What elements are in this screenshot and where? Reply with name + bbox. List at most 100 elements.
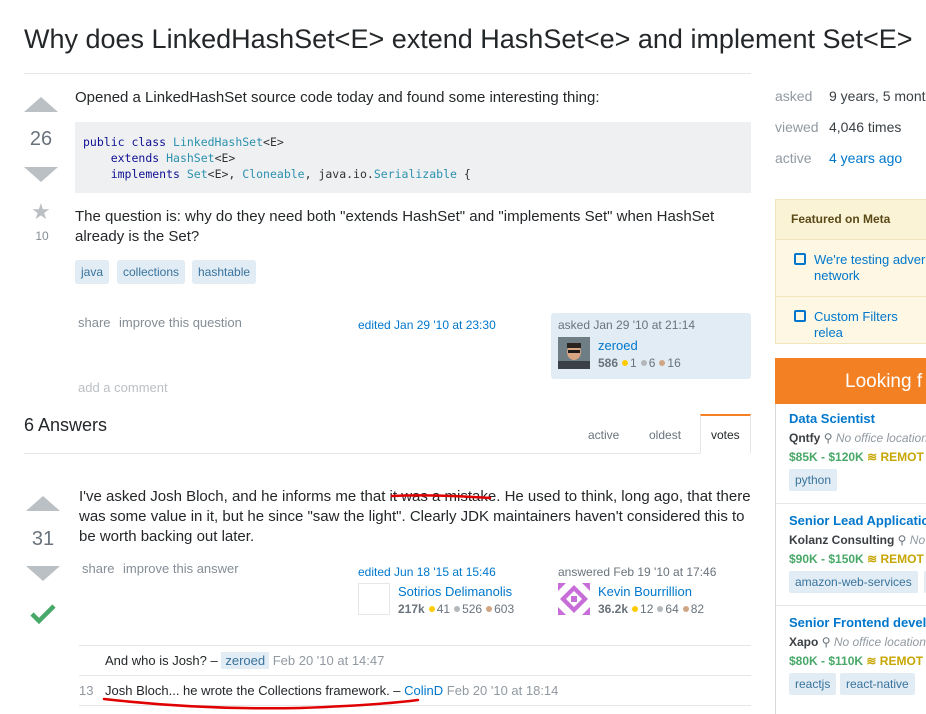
question-text-line: The question is: why do they need both "… <box>75 208 715 225</box>
question-title[interactable]: Why does LinkedHashSet<E> extend HashSet… <box>24 24 913 55</box>
salary-range: $80K - $110K <box>789 654 864 668</box>
company-name: Kolanz Consulting <box>789 533 895 547</box>
answer-text-line: be worth backing out later. <box>79 528 255 545</box>
job-tag[interactable]: react-native <box>840 673 915 695</box>
comment-text: Josh Bloch... he wrote the Collections f… <box>105 683 405 698</box>
tag-java[interactable]: java <box>75 260 110 284</box>
comment-item: Josh Bloch... he wrote the Collections f… <box>105 683 558 698</box>
comment-divider <box>79 675 751 676</box>
featured-link-ads[interactable]: We're testing adver network <box>814 252 926 284</box>
question-upvote-button[interactable] <box>24 97 58 112</box>
tag-collections[interactable]: collections <box>117 260 186 284</box>
viewed-value: 4,046 times <box>829 119 902 135</box>
author-name[interactable]: Kevin Bourrillion <box>598 584 692 599</box>
code-type: Cloneable <box>242 167 305 181</box>
featured-link-line: We're testing adver <box>814 252 926 267</box>
code-text: { <box>456 167 471 181</box>
remote-label: REMOT <box>877 552 924 566</box>
person-photo-icon <box>558 337 590 369</box>
comment-user-link[interactable]: zeroed <box>221 652 270 669</box>
job-location: No <box>906 533 926 547</box>
code-text: <E>, <box>207 167 243 181</box>
answer-downvote-button[interactable] <box>26 566 60 581</box>
job-location: No office location <box>832 431 926 445</box>
wifi-icon: ≋ <box>866 654 877 668</box>
featured-divider <box>776 296 926 297</box>
tab-votes[interactable]: votes <box>711 428 740 442</box>
comment-score: 13 <box>79 683 94 698</box>
comment-date: Feb 20 '10 at 18:14 <box>443 683 559 698</box>
author-rep: 36.2k 12 64 82 <box>598 602 704 616</box>
gold-badge-icon <box>428 606 435 613</box>
question-owner-name[interactable]: zeroed <box>598 338 638 353</box>
editor-avatar[interactable] <box>358 583 390 615</box>
accepted-checkmark-icon <box>30 604 56 625</box>
job-title-link[interactable]: Senior Lead Applicatio <box>789 513 926 528</box>
code-keyword: public class <box>83 135 174 149</box>
reputation-score: 217k <box>398 602 425 616</box>
answer-text-line: was some value in it, but he since "saw … <box>79 508 745 525</box>
company-name: Xapo <box>789 635 819 649</box>
silver-badge-count: 64 <box>665 602 679 616</box>
answer-upvote-button[interactable] <box>26 496 60 511</box>
job-salary: $80K - $110K ≋ REMOT <box>789 654 923 668</box>
favorite-star-icon[interactable]: ★ <box>31 199 51 225</box>
code-text: <E> <box>263 135 284 149</box>
wifi-icon: ≋ <box>867 552 878 566</box>
share-answer-link[interactable]: share <box>82 561 115 576</box>
job-salary: $90K - $150K ≋ REMOT <box>789 552 924 566</box>
asked-date: asked Jan 29 '10 at 21:14 <box>558 318 696 332</box>
viewed-label: viewed <box>775 119 819 135</box>
improve-question-link[interactable]: improve this question <box>119 315 242 330</box>
answer-text-segment: . He used to think, long ago, that there <box>496 488 751 505</box>
answer-edited-link[interactable]: edited Jun 18 '15 at 15:46 <box>358 565 496 579</box>
share-question-link[interactable]: share <box>78 315 111 330</box>
kevin-avatar[interactable] <box>558 583 590 615</box>
tab-active[interactable]: active <box>588 428 619 442</box>
featured-link-filters[interactable]: Custom Filters relea <box>814 309 926 341</box>
job-title-link[interactable]: Data Scientist <box>789 411 875 426</box>
speech-bubble-icon <box>794 310 806 322</box>
job-tag[interactable]: amazon-web-services <box>789 571 918 593</box>
bronze-badge-icon <box>682 606 689 613</box>
question-owner-rep: 586 1 6 16 <box>598 356 681 370</box>
answer-highlighted-phrase: it was a mistake <box>389 488 497 505</box>
wifi-icon: ≋ <box>867 450 878 464</box>
bronze-badge-count: 82 <box>690 602 705 616</box>
gold-badge-count: 12 <box>640 602 654 616</box>
gold-badge-icon <box>632 606 639 613</box>
add-comment-link[interactable]: add a comment <box>78 380 168 395</box>
answer-text: I've asked Josh Bloch, and he informs me… <box>79 487 751 547</box>
code-keyword: implements <box>110 167 187 181</box>
question-edited-link[interactable]: edited Jan 29 '10 at 23:30 <box>358 318 496 332</box>
question-vote-count: 26 <box>29 128 53 150</box>
remote-label: REMOT <box>877 450 924 464</box>
answers-count-header: 6 Answers <box>24 415 108 435</box>
job-tag[interactable]: python <box>789 469 838 491</box>
tab-oldest[interactable]: oldest <box>649 428 681 442</box>
improve-answer-link[interactable]: improve this answer <box>123 561 239 576</box>
title-divider <box>24 73 751 74</box>
bronze-badge-icon <box>659 360 666 367</box>
job-title-link[interactable]: Senior Frontend devel <box>789 615 926 630</box>
comment-text: And who is Josh? – <box>105 653 222 668</box>
comment-user-link[interactable]: ColinD <box>404 683 443 698</box>
tag-hashtable[interactable]: hashtable <box>192 260 257 284</box>
featured-link-line: network <box>814 268 860 283</box>
active-label: active <box>775 150 812 166</box>
reputation-score: 36.2k <box>598 602 629 616</box>
job-location: No office location <box>830 635 926 649</box>
editor-name[interactable]: Sotirios Delimanolis <box>398 584 512 599</box>
favorite-count: 10 <box>35 229 49 243</box>
remote-label: REMOT <box>876 654 924 668</box>
active-value-link[interactable]: 4 years ago <box>829 150 902 166</box>
question-intro: Opened a LinkedHashSet source code today… <box>75 89 600 106</box>
asked-label: asked <box>775 88 813 104</box>
silver-badge-icon <box>454 606 461 613</box>
job-divider <box>776 503 926 504</box>
gold-badge-icon <box>622 360 629 367</box>
job-tag[interactable]: reactjs <box>789 673 837 695</box>
question-downvote-button[interactable] <box>24 167 58 182</box>
zeroed-avatar[interactable] <box>558 337 590 369</box>
code-keyword: extends <box>110 151 167 165</box>
